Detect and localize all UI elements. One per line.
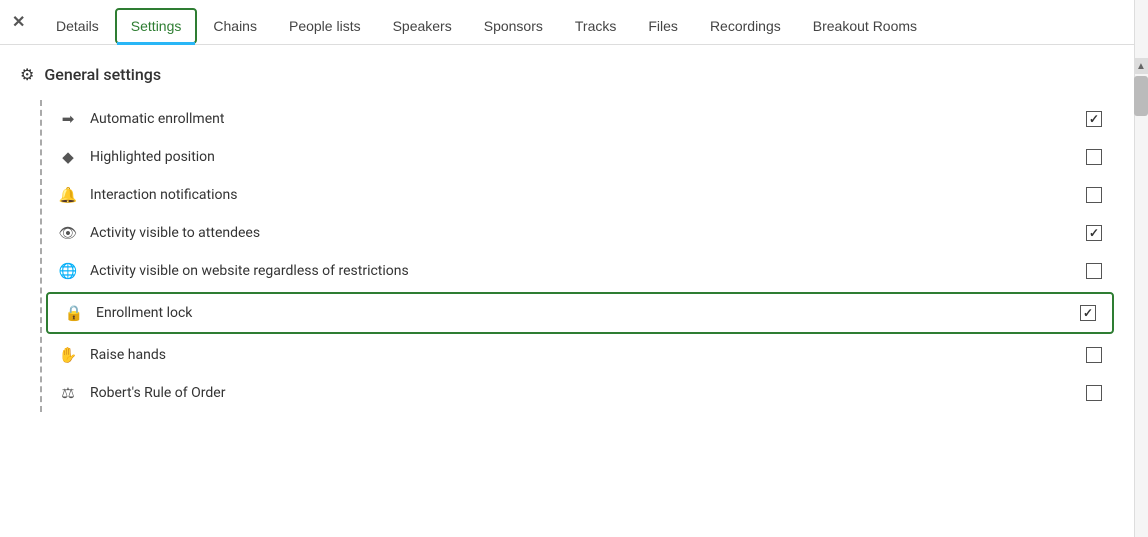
section-title-text: General settings	[44, 65, 161, 84]
scrollbar-thumb[interactable]	[1134, 76, 1148, 116]
automatic-enrollment-checkbox-wrapper	[1086, 111, 1102, 127]
bell-icon: 🔔	[58, 186, 78, 204]
gear-icon: ⚙	[20, 65, 34, 84]
lock-icon: 🔒	[64, 304, 84, 322]
scrollbar-arrow-up[interactable]: ▲	[1134, 58, 1148, 74]
interaction-notifications-checkbox-wrapper	[1086, 187, 1102, 203]
highlighted-position-checkbox-wrapper	[1086, 149, 1102, 165]
activity-visible-attendees-checkbox[interactable]	[1086, 225, 1102, 241]
settings-list: ➡ Automatic enrollment ◆ Highlighted pos…	[40, 100, 1118, 412]
automatic-enrollment-checkbox[interactable]	[1086, 111, 1102, 127]
highlight-icon: ◆	[58, 148, 78, 166]
automatic-enrollment-label: Automatic enrollment	[90, 111, 1074, 127]
nav-tabs: Details Settings Chains People lists Spe…	[0, 0, 1148, 45]
enrollment-lock-label: Enrollment lock	[96, 305, 1068, 321]
activity-visible-website-checkbox[interactable]	[1086, 263, 1102, 279]
enrollment-lock-checkbox[interactable]	[1080, 305, 1096, 321]
enrollment-icon: ➡	[58, 110, 78, 128]
tab-breakout-rooms[interactable]: Breakout Rooms	[797, 8, 933, 44]
setting-row-enrollment-lock: 🔒 Enrollment lock	[46, 292, 1114, 334]
interaction-notifications-checkbox[interactable]	[1086, 187, 1102, 203]
globe-icon: 🌐	[58, 262, 78, 280]
eye-icon: 👁	[58, 224, 78, 242]
interaction-notifications-label: Interaction notifications	[90, 187, 1074, 203]
highlighted-position-checkbox[interactable]	[1086, 149, 1102, 165]
raise-hands-checkbox[interactable]	[1086, 347, 1102, 363]
roberts-rule-label: Robert's Rule of Order	[90, 385, 1074, 401]
roberts-rule-checkbox[interactable]	[1086, 385, 1102, 401]
activity-visible-attendees-checkbox-wrapper	[1086, 225, 1102, 241]
tab-settings[interactable]: Settings	[115, 8, 198, 44]
tab-recordings[interactable]: Recordings	[694, 8, 797, 44]
close-button[interactable]: ✕	[12, 12, 25, 31]
hand-icon: ✋	[58, 346, 78, 364]
setting-row-raise-hands: ✋ Raise hands	[42, 336, 1118, 374]
tab-details[interactable]: Details	[40, 8, 115, 44]
highlighted-position-label: Highlighted position	[90, 149, 1074, 165]
setting-row-interaction-notifications: 🔔 Interaction notifications	[42, 176, 1118, 214]
activity-visible-website-label: Activity visible on website regardless o…	[90, 263, 1074, 279]
activity-visible-attendees-label: Activity visible to attendees	[90, 225, 1074, 241]
main-content: ⚙ General settings ➡ Automatic enrollmen…	[0, 45, 1148, 524]
tab-files[interactable]: Files	[632, 8, 694, 44]
scrollbar[interactable]: ▲	[1134, 0, 1148, 537]
roberts-rule-checkbox-wrapper	[1086, 385, 1102, 401]
activity-visible-website-checkbox-wrapper	[1086, 263, 1102, 279]
setting-row-activity-visible-attendees: 👁 Activity visible to attendees	[42, 214, 1118, 252]
setting-row-highlighted-position: ◆ Highlighted position	[42, 138, 1118, 176]
tab-speakers[interactable]: Speakers	[377, 8, 468, 44]
enrollment-lock-checkbox-wrapper	[1080, 305, 1096, 321]
tab-tracks[interactable]: Tracks	[559, 8, 632, 44]
setting-row-roberts-rule: ⚖ Robert's Rule of Order	[42, 374, 1118, 412]
setting-row-automatic-enrollment: ➡ Automatic enrollment	[42, 100, 1118, 138]
raise-hands-checkbox-wrapper	[1086, 347, 1102, 363]
raise-hands-label: Raise hands	[90, 347, 1074, 363]
tab-chains[interactable]: Chains	[197, 8, 273, 44]
tab-sponsors[interactable]: Sponsors	[468, 8, 559, 44]
scale-icon: ⚖	[58, 384, 78, 402]
setting-row-activity-visible-website: 🌐 Activity visible on website regardless…	[42, 252, 1118, 290]
tab-people-lists[interactable]: People lists	[273, 8, 377, 44]
section-title: ⚙ General settings	[20, 65, 1118, 84]
